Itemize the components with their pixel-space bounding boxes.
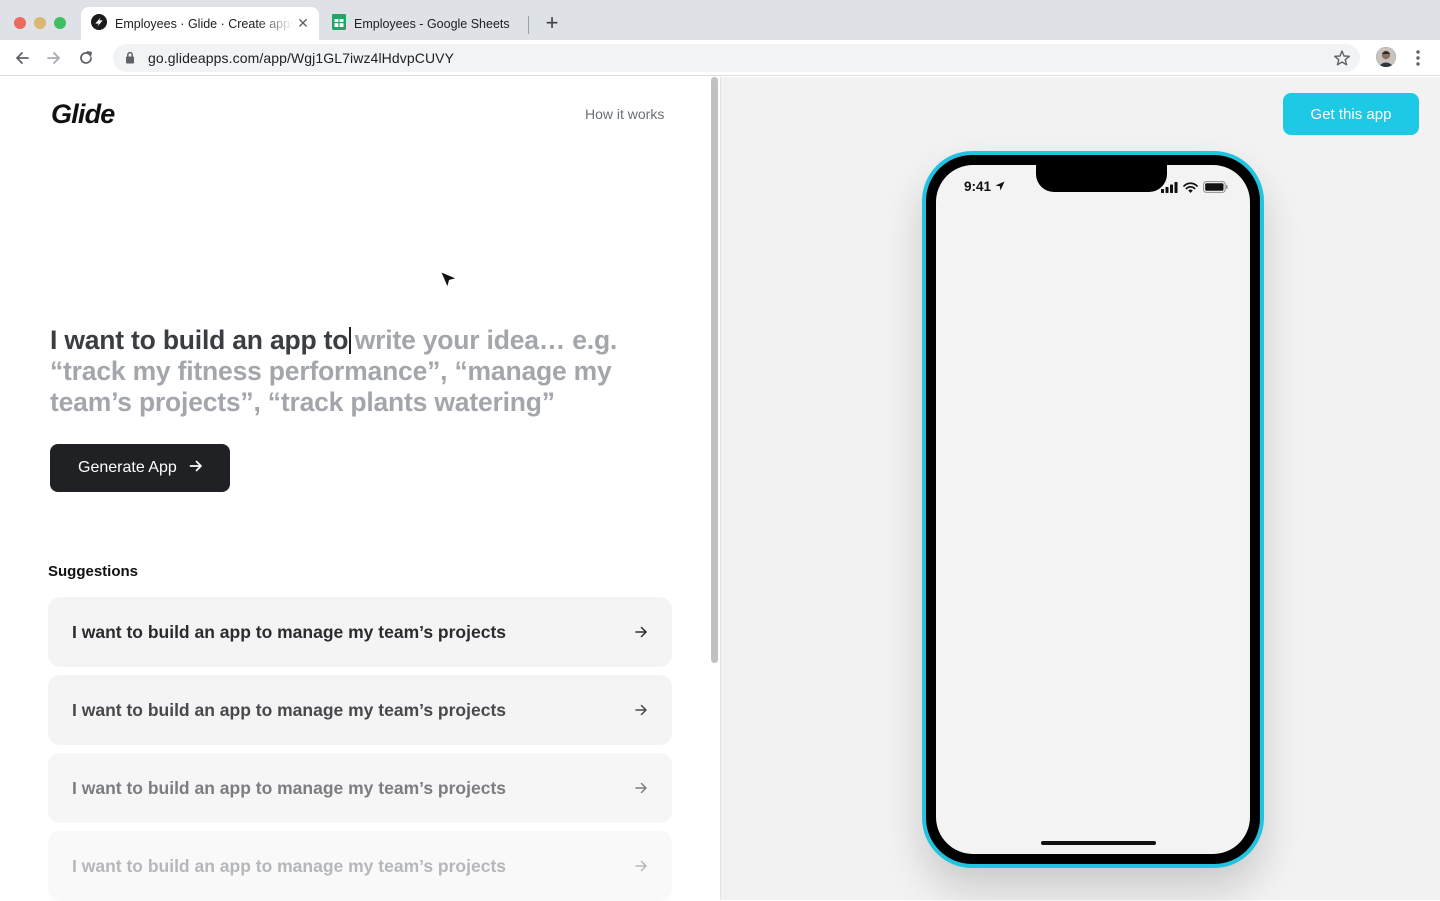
reload-icon[interactable] <box>75 47 97 69</box>
glide-logo[interactable]: Glide <box>51 99 115 130</box>
back-arrow-icon[interactable] <box>11 47 33 69</box>
phone-screen[interactable]: 9:41 <box>936 165 1250 854</box>
app-builder-panel: Glide How it works I want to build an ap… <box>0 77 720 901</box>
tab-glide[interactable]: Employees · Glide · Create apps from Goo… <box>81 7 319 40</box>
app-preview-panel: Get this app 9:41 <box>721 77 1440 900</box>
suggestion-item[interactable]: I want to build an app to manage my team… <box>48 675 672 745</box>
status-icons <box>1161 180 1228 198</box>
browser-toolbar: go.glideapps.com/app/Wgj1GL7iwz4lHdvpCUV… <box>0 40 1440 76</box>
sheets-favicon-icon <box>332 14 346 33</box>
suggestion-text: I want to build an app to manage my team… <box>72 699 507 720</box>
arrow-right-icon <box>634 857 648 878</box>
close-icon[interactable]: ✕ <box>293 15 313 32</box>
generate-app-button[interactable]: Generate App <box>50 444 230 492</box>
new-tab-plus-icon[interactable]: + <box>541 12 563 34</box>
more-vertical-icon[interactable] <box>1411 47 1425 69</box>
prompt-prefix: I want to build an app to <box>50 325 349 355</box>
status-time-text: 9:41 <box>964 179 992 194</box>
app-idea-input[interactable]: I want to build an app to write your idea… <box>50 325 670 418</box>
battery-icon <box>1203 180 1228 198</box>
phone-bezel: 9:41 <box>926 155 1260 864</box>
suggestion-item[interactable]: I want to build an app to manage my team… <box>48 831 672 901</box>
generate-app-label: Generate App <box>78 459 177 476</box>
mouse-cursor-icon <box>439 270 459 295</box>
suggestion-item[interactable]: I want to build an app to manage my team… <box>48 753 672 823</box>
location-arrow-icon <box>995 179 1005 194</box>
wifi-icon <box>1183 180 1198 198</box>
arrow-right-icon <box>634 779 648 800</box>
phone-preview: 9:41 <box>922 151 1264 868</box>
forward-arrow-icon[interactable] <box>43 47 65 69</box>
tab-title: Employees · Glide · Create apps from Goo… <box>115 16 293 31</box>
get-this-app-button[interactable]: Get this app <box>1283 93 1419 135</box>
arrow-right-icon <box>634 701 648 722</box>
arrow-right-icon <box>634 623 648 644</box>
browser-tab-bar: Employees · Glide · Create apps from Goo… <box>0 0 1440 40</box>
text-caret <box>349 327 351 354</box>
suggestion-text: I want to build an app to manage my team… <box>72 855 507 876</box>
status-time: 9:41 <box>964 179 1005 194</box>
profile-avatar[interactable] <box>1376 47 1396 67</box>
how-it-works-link[interactable]: How it works <box>585 106 664 122</box>
suggestions-heading: Suggestions <box>48 563 139 580</box>
cellular-signal-icon <box>1161 180 1178 198</box>
glide-favicon-icon <box>91 14 107 33</box>
suggestion-text: I want to build an app to manage my team… <box>72 621 507 642</box>
window-close-button[interactable] <box>14 17 26 29</box>
lock-icon[interactable] <box>125 51 135 69</box>
suggestion-text: I want to build an app to manage my team… <box>72 777 507 798</box>
arrow-right-icon <box>189 459 203 478</box>
tab-google-sheets[interactable]: Employees - Google Sheets <box>321 7 529 40</box>
tab-separator <box>528 16 529 34</box>
home-indicator[interactable] <box>1041 841 1156 845</box>
suggestion-item[interactable]: I want to build an app to manage my team… <box>48 597 672 667</box>
address-bar[interactable]: go.glideapps.com/app/Wgj1GL7iwz4lHdvpCUV… <box>113 44 1360 72</box>
phone-notch <box>1036 165 1167 192</box>
window-minimize-button[interactable] <box>34 17 46 29</box>
tab-title: Employees - Google Sheets <box>354 16 510 31</box>
scrollbar-thumb[interactable] <box>711 77 718 663</box>
bookmark-star-icon[interactable] <box>1333 49 1351 72</box>
url-text: go.glideapps.com/app/Wgj1GL7iwz4lHdvpCUV… <box>148 50 455 66</box>
window-zoom-button[interactable] <box>54 17 66 29</box>
